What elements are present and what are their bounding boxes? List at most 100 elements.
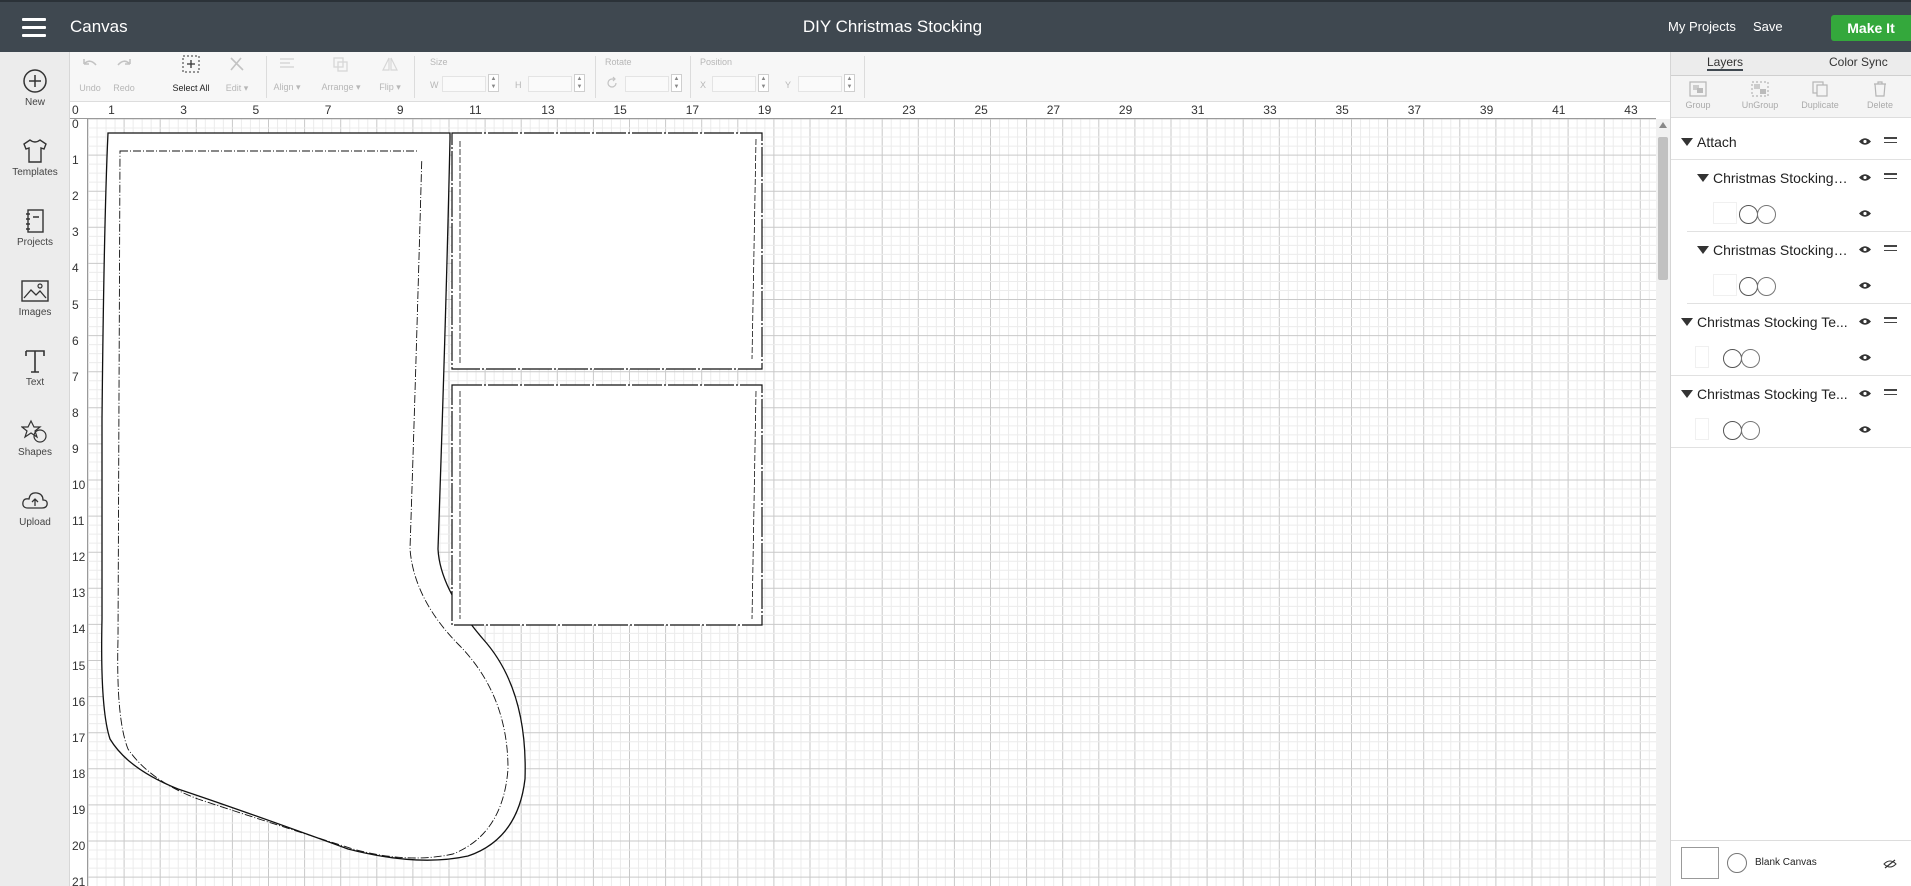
scissors-cut-icon[interactable]: [1739, 277, 1758, 296]
arrange-dropdown[interactable]: Arrange ▾: [316, 56, 366, 93]
x-input[interactable]: [712, 76, 756, 92]
cricut-design-space-app: { "topbar": { "app_name": "Canvas", "pro…: [0, 0, 1911, 886]
my-projects-link[interactable]: My Projects: [1668, 19, 1736, 34]
eye-icon[interactable]: [1858, 353, 1872, 362]
ruler-tick-label: 14: [72, 622, 86, 637]
height-stepper[interactable]: ▲ ▼: [574, 74, 585, 92]
toolbar-divider: [864, 56, 865, 98]
sidebar-item-text[interactable]: Text: [0, 348, 70, 388]
sidebar-item-projects[interactable]: Projects: [0, 208, 70, 248]
undo-button[interactable]: Undo: [78, 56, 102, 93]
layer-group-stocking-template-2[interactable]: Christmas Stocking Te...: [1671, 376, 1911, 412]
image-icon: [21, 280, 49, 302]
sidebar-item-upload[interactable]: Upload: [0, 488, 70, 528]
flip-dropdown[interactable]: Flip ▾: [373, 56, 407, 93]
scrollbar-thumb[interactable]: [1658, 137, 1668, 280]
drag-handle-icon[interactable]: [1884, 245, 1897, 254]
flip-icon: [382, 57, 398, 71]
eye-icon[interactable]: [1858, 137, 1872, 146]
redo-button[interactable]: Redo: [112, 56, 136, 93]
stocking-cuff-rect-top[interactable]: [451, 132, 763, 370]
canvas-color-circle-icon[interactable]: [1727, 853, 1747, 873]
sidebar-item-shapes[interactable]: Shapes: [0, 418, 70, 458]
rotate-input[interactable]: [625, 76, 669, 92]
color-swatch-icon[interactable]: [1757, 277, 1776, 296]
x-stepper[interactable]: ▲ ▼: [758, 74, 769, 92]
sidebar-item-label: Templates: [12, 167, 58, 178]
trash-icon: [1874, 81, 1886, 97]
layer-item-stocking-template-1[interactable]: [1671, 340, 1911, 376]
group-button[interactable]: Group: [1673, 80, 1723, 110]
edit-pencil-icon: [230, 57, 244, 71]
eye-icon[interactable]: [1858, 425, 1872, 434]
stocking-cuff-rect-bottom[interactable]: [451, 384, 763, 626]
scissors-cut-icon[interactable]: [1723, 349, 1742, 368]
layer-name: Christmas Stocking ...: [1713, 170, 1849, 186]
eye-icon[interactable]: [1858, 281, 1872, 290]
ruler-tick-label: 13: [541, 103, 555, 117]
layer-item-stocking-1[interactable]: [1687, 196, 1911, 232]
eye-icon[interactable]: [1858, 173, 1872, 182]
drag-handle-icon[interactable]: [1884, 389, 1897, 398]
blank-canvas-row[interactable]: Blank Canvas: [1671, 840, 1911, 886]
scissors-cut-icon[interactable]: [1723, 421, 1742, 440]
eye-icon[interactable]: [1858, 245, 1872, 254]
arrange-label: Arrange ▾: [321, 82, 361, 92]
delete-button[interactable]: Delete: [1855, 80, 1905, 110]
eye-icon[interactable]: [1858, 317, 1872, 326]
layer-name: Christmas Stocking Te...: [1697, 314, 1848, 330]
layer-group-stocking-template-1[interactable]: Christmas Stocking Te...: [1671, 304, 1911, 340]
scissors-cut-icon[interactable]: [1739, 205, 1758, 224]
drag-handle-icon[interactable]: [1884, 137, 1897, 146]
expand-triangle-icon[interactable]: [1697, 174, 1709, 182]
sidebar-item-images[interactable]: Images: [0, 278, 70, 318]
scroll-up-arrow-icon[interactable]: [1659, 122, 1667, 128]
eye-icon[interactable]: [1858, 209, 1872, 218]
blank-canvas-thumbnail[interactable]: [1681, 847, 1719, 879]
layer-item-stocking-template-2[interactable]: [1671, 412, 1911, 448]
width-input[interactable]: [442, 76, 486, 92]
ruler-tick-label: 19: [72, 802, 86, 817]
expand-triangle-icon[interactable]: [1681, 390, 1693, 398]
ruler-tick-label: 18: [72, 766, 86, 781]
width-stepper[interactable]: ▲ ▼: [488, 74, 499, 92]
eye-hidden-icon[interactable]: [1883, 859, 1897, 869]
layer-item-stocking-2[interactable]: [1687, 268, 1911, 304]
cloud-upload-icon: [22, 492, 48, 509]
ungroup-button[interactable]: UnGroup: [1735, 80, 1785, 110]
align-dropdown[interactable]: Align ▾: [270, 56, 304, 93]
ungroup-label: UnGroup: [1741, 100, 1779, 110]
edit-dropdown[interactable]: Edit ▾: [220, 54, 254, 94]
toolbar-divider: [690, 56, 691, 98]
canvas-vertical-scrollbar[interactable]: [1656, 119, 1670, 886]
sidebar-item-templates[interactable]: Templates: [0, 138, 70, 178]
ruler-tick-label: 11: [72, 514, 85, 529]
align-icon: [280, 58, 294, 68]
save-button[interactable]: Save: [1753, 19, 1783, 34]
eye-icon[interactable]: [1858, 389, 1872, 398]
sidebar-item-new[interactable]: New: [0, 68, 70, 108]
make-it-button[interactable]: Make It: [1831, 15, 1911, 41]
rotate-stepper[interactable]: ▲ ▼: [671, 74, 682, 92]
color-swatch-icon[interactable]: [1741, 421, 1760, 440]
color-swatch-icon[interactable]: [1757, 205, 1776, 224]
duplicate-button[interactable]: Duplicate: [1795, 80, 1845, 110]
design-canvas[interactable]: [88, 119, 1656, 886]
select-all-button[interactable]: Select All: [170, 54, 212, 93]
y-input[interactable]: [798, 76, 842, 92]
y-stepper[interactable]: ▲ ▼: [844, 74, 855, 92]
expand-triangle-icon[interactable]: [1697, 246, 1709, 254]
expand-triangle-icon[interactable]: [1681, 318, 1693, 326]
color-swatch-icon[interactable]: [1741, 349, 1760, 368]
height-input[interactable]: [528, 76, 572, 92]
tab-color-sync[interactable]: Color Sync: [1829, 55, 1888, 69]
layer-group-stocking-1[interactable]: Christmas Stocking ...: [1671, 160, 1911, 196]
drag-handle-icon[interactable]: [1884, 173, 1897, 182]
shapes-icon: [21, 419, 47, 443]
drag-handle-icon[interactable]: [1884, 317, 1897, 326]
expand-triangle-icon[interactable]: [1681, 138, 1693, 146]
tab-layers[interactable]: Layers: [1707, 55, 1744, 71]
layer-group-attach[interactable]: Attach: [1671, 124, 1911, 160]
layer-group-stocking-2[interactable]: Christmas Stocking ...: [1671, 232, 1911, 268]
ruler-tick-label: 1: [108, 103, 115, 117]
